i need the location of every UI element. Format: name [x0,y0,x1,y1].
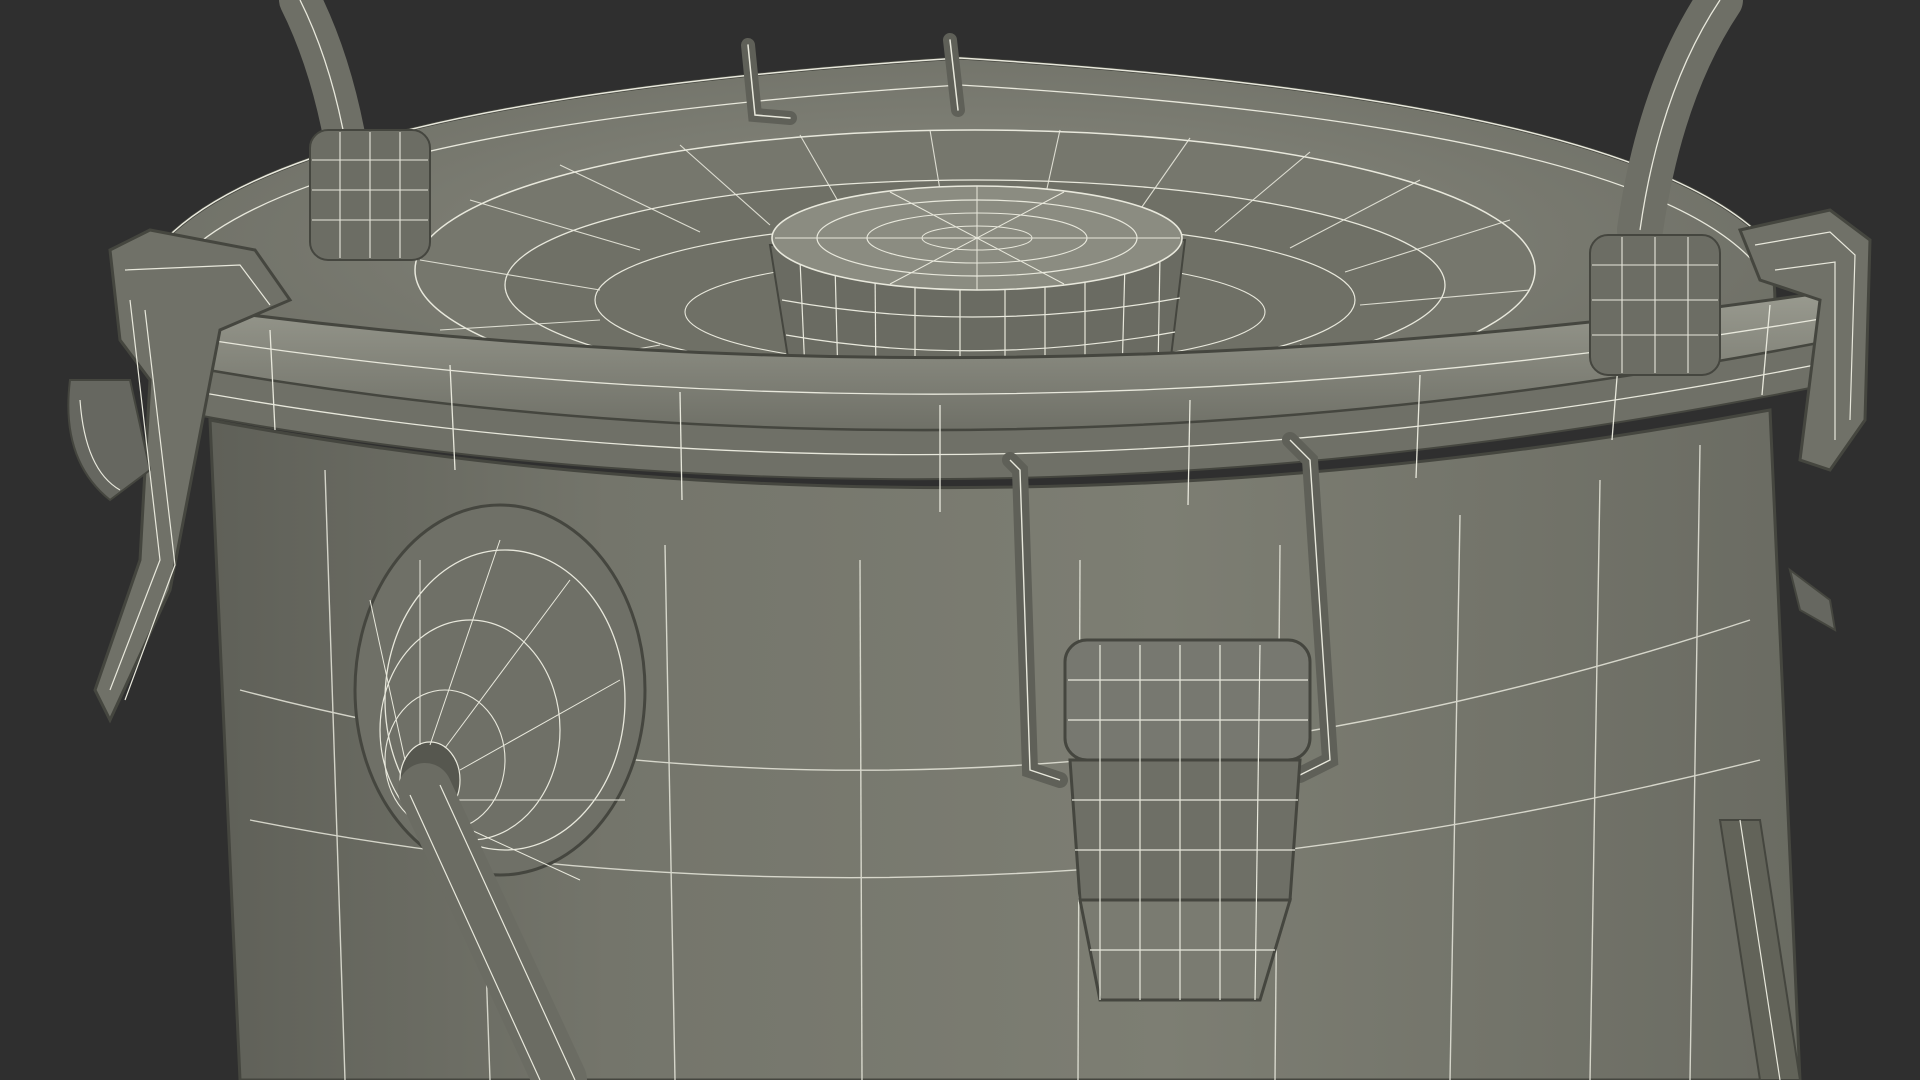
wireframe-render [0,0,1920,1080]
front-hinge-latch [1063,638,1312,1002]
